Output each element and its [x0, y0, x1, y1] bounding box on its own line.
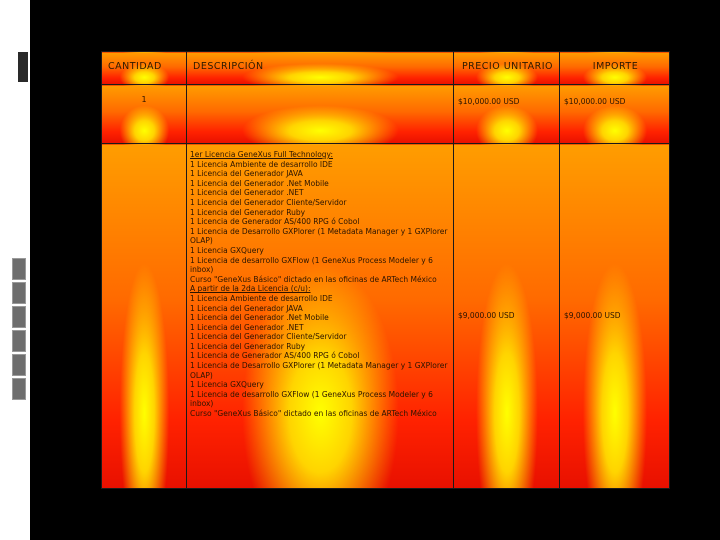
table-header-row: CANTIDAD DESCRIPCIÓN PRECIO UNITARIO IMP… [101, 51, 670, 85]
description-line: 1 Licencia del Generador .Net Mobile [190, 178, 329, 188]
description-second-title: A partir de la 2da Licencia (c/u): [190, 284, 311, 294]
description-line: Curso "GeneXus Básico" dictado en las of… [190, 274, 437, 284]
side-tab[interactable] [12, 330, 26, 352]
precio-unitario-value: $10,000.00 USD [458, 97, 520, 106]
side-tab[interactable] [12, 354, 26, 376]
side-tab[interactable] [12, 282, 26, 304]
cell-descripcion: 1er Licencia GeneXus Full Technology: 1 … [186, 143, 454, 489]
table-row: 1er Licencia GeneXus Full Technology: 1 … [101, 143, 670, 489]
slide-corner-mark [18, 52, 28, 82]
cell-cantidad: 1 [101, 84, 187, 144]
description-line: 1 Licencia de Generador AS/400 RPG ó Cob… [190, 217, 360, 227]
description-line: 1 Licencia del Generador .NET [190, 322, 304, 332]
description-title: 1er Licencia GeneXus Full Technology: [190, 150, 333, 159]
description-line: 1 Licencia GXQuery [190, 380, 264, 390]
cell-precio-unitario: $9,000.00 USD [453, 143, 560, 489]
description-line: 1 Licencia de desarrollo GXFlow (1 GeneX… [190, 255, 433, 275]
description-line: 1 Licencia de Desarrollo GXPlorer (1 Met… [190, 226, 448, 246]
header-cantidad-label: CANTIDAD [108, 61, 162, 72]
header-cantidad: CANTIDAD [101, 51, 187, 85]
description-line: 1 Licencia del Generador Cliente/Servido… [190, 197, 347, 207]
description-list-second: 1 Licencia Ambiente de desarrollo IDE 1 L… [190, 294, 453, 419]
cell-descripcion [186, 84, 454, 144]
description-block: 1er Licencia GeneXus Full Technology: 1 … [187, 144, 453, 419]
precio-unitario-value: $9,000.00 USD [458, 311, 515, 321]
description-line: 1 Licencia del Generador Ruby [190, 341, 306, 351]
header-descripcion-label: DESCRIPCIÓN [193, 61, 264, 72]
description-line: 1 Licencia del Generador JAVA [190, 169, 303, 179]
description-line: 1 Licencia del Generador .Net Mobile [190, 313, 329, 323]
cell-precio-unitario: $10,000.00 USD [453, 84, 560, 144]
side-tab[interactable] [12, 378, 26, 400]
description-list-first: 1 Licencia Ambiente de desarrollo IDE 1 L… [190, 160, 453, 285]
table-row: 1 $10,000.00 USD $10,000.00 USD [101, 84, 670, 144]
cell-cantidad [101, 143, 187, 489]
description-line: 1 Licencia de Desarrollo GXPlorer (1 Met… [190, 361, 448, 380]
description-line: 1 Licencia del Generador .NET [190, 188, 304, 198]
description-line: 1 Licencia del Generador JAVA [190, 303, 303, 313]
description-line: 1 Licencia del Generador Ruby [190, 207, 306, 217]
description-line: 1 Licencia de Generador AS/400 RPG ó Cob… [190, 351, 360, 361]
cell-importe: $9,000.00 USD [559, 143, 670, 489]
cantidad-value: 1 [141, 95, 147, 104]
header-importe: IMPORTE [559, 51, 670, 85]
description-line: 1 Licencia de desarrollo GXFlow (1 GeneX… [190, 389, 433, 409]
importe-value: $9,000.00 USD [564, 311, 621, 321]
side-tab[interactable] [12, 306, 26, 328]
description-line: 1 Licencia Ambiente de desarrollo IDE [190, 159, 333, 169]
header-descripcion: DESCRIPCIÓN [186, 51, 454, 85]
cell-importe: $10,000.00 USD [559, 84, 670, 144]
description-line: 1 Licencia GXQuery [190, 245, 264, 255]
importe-value: $10,000.00 USD [564, 97, 626, 106]
slide-side-tabs [12, 258, 26, 402]
header-precio-unitario: PRECIO UNITARIO [453, 51, 560, 85]
header-importe-label: IMPORTE [592, 61, 639, 72]
side-tab[interactable] [12, 258, 26, 280]
quote-table: CANTIDAD DESCRIPCIÓN PRECIO UNITARIO IMP… [101, 51, 670, 489]
header-precio-unitario-label: PRECIO UNITARIO [461, 61, 554, 72]
description-line: 1 Licencia Ambiente de desarrollo IDE [190, 293, 333, 303]
description-line: 1 Licencia del Generador Cliente/Servido… [190, 332, 347, 342]
description-line: Curso "GeneXus Básico" dictado en las of… [190, 409, 437, 419]
